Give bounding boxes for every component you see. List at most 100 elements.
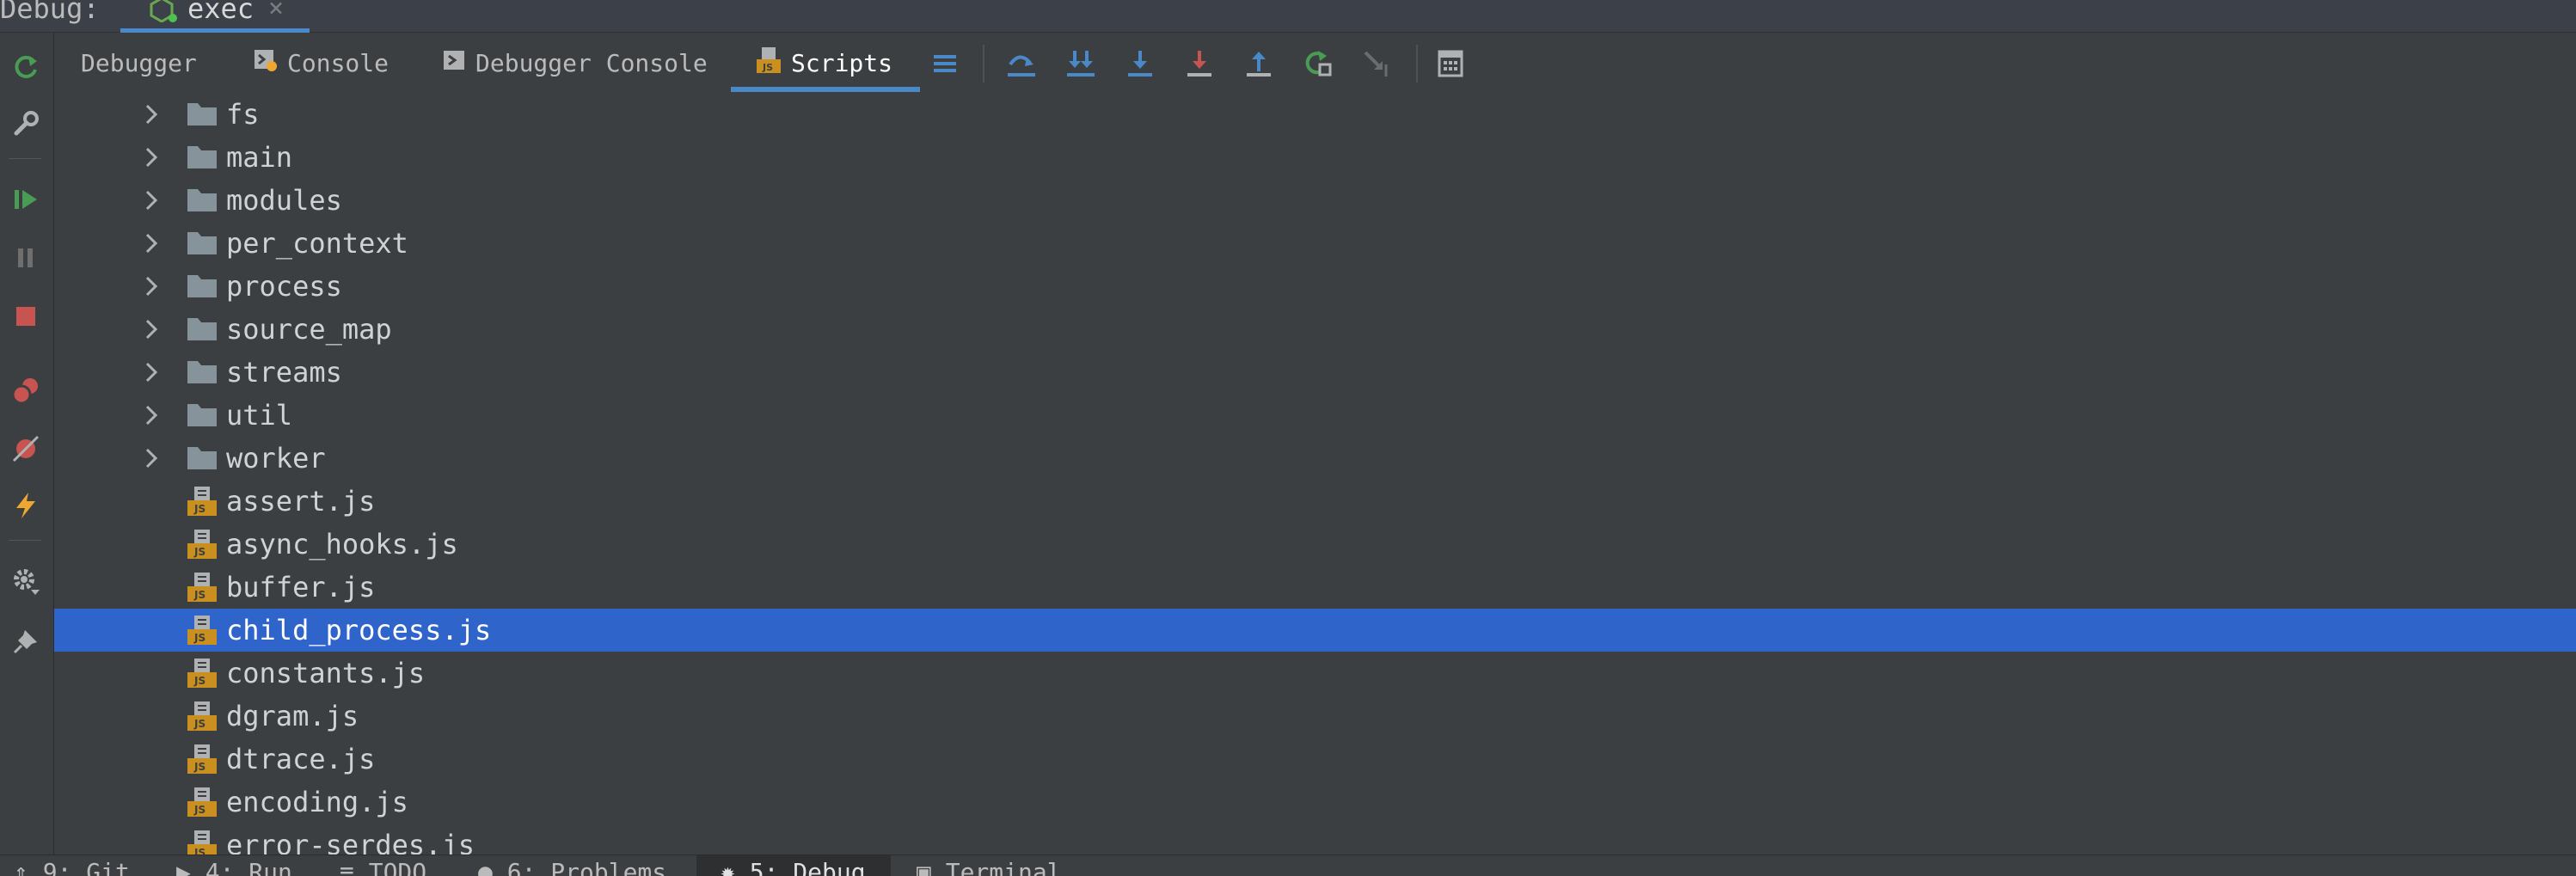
lightning-icon[interactable] [7, 487, 45, 524]
js-file-icon: JS [186, 571, 218, 607]
chevron-right-icon[interactable] [140, 102, 163, 130]
tree-file-row[interactable]: JS dtrace.js [54, 738, 2576, 781]
tool-git-label: 9: Git [42, 858, 130, 876]
js-file-icon: JS [186, 485, 218, 521]
tool-problems[interactable]: ● 6: Problems [478, 855, 666, 876]
svg-text:JS: JS [193, 589, 205, 601]
chevron-right-icon[interactable] [140, 274, 163, 302]
svg-text:JS: JS [193, 675, 205, 687]
folder-icon [186, 400, 218, 432]
tree-folder-row[interactable]: process [54, 265, 2576, 308]
evaluate-expression-icon[interactable] [1432, 45, 1469, 83]
tree-file-row[interactable]: JS buffer.js [54, 566, 2576, 609]
folder-icon [186, 314, 218, 346]
tool-git[interactable]: ⇕ 9: Git [14, 855, 130, 876]
mute-breakpoints-icon[interactable] [7, 430, 45, 468]
folder-icon [186, 228, 218, 260]
chevron-right-icon[interactable] [140, 145, 163, 173]
resume-icon[interactable] [7, 181, 45, 218]
toolbar-separator [9, 158, 41, 159]
settings-wrench-icon[interactable] [7, 105, 45, 143]
tool-terminal[interactable]: ▣ Terminal [917, 855, 1062, 876]
tree-file-row-selected[interactable]: JS child_process.js [54, 609, 2576, 652]
run-to-cursor-icon[interactable] [1359, 45, 1396, 83]
tree-folder-row[interactable]: fs [54, 93, 2576, 136]
tab-debugger-console[interactable]: Debugger Console [441, 33, 708, 93]
folder-icon [186, 185, 218, 217]
nodejs-run-config-icon [150, 0, 179, 26]
chevron-right-icon[interactable] [140, 188, 163, 216]
chevron-right-icon[interactable] [140, 360, 163, 388]
force-step-into-icon[interactable] [1181, 45, 1218, 83]
tree-folder-row[interactable]: modules [54, 179, 2576, 222]
svg-text:JS: JS [193, 804, 205, 816]
svg-text:JS: JS [193, 718, 205, 730]
scripts-tree[interactable]: fs main modules per_contextprocess source_ma… [54, 93, 2576, 855]
close-icon[interactable]: × [268, 0, 284, 26]
tree-file-row[interactable]: JS dgram.js [54, 695, 2576, 738]
tree-item-label: constants.js [226, 657, 426, 689]
chevron-right-icon[interactable] [140, 317, 163, 345]
tool-todo[interactable]: ≡ TODO [340, 855, 426, 876]
tree-folder-row[interactable]: source_map [54, 308, 2576, 351]
run-icon: ▶ [176, 858, 205, 876]
restart-frame-icon[interactable] [1299, 45, 1337, 83]
tab-debugger-console-label: Debugger Console [475, 48, 708, 77]
step-into-my-code-icon[interactable] [1121, 45, 1159, 83]
tree-file-row[interactable]: JS async_hooks.js [54, 523, 2576, 566]
terminal-icon: ▣ [917, 858, 946, 876]
tab-scripts[interactable]: JS Scripts [755, 33, 892, 93]
js-file-icon: JS [186, 528, 218, 564]
tree-item-label: main [226, 141, 293, 174]
toolbar-separator [983, 45, 984, 83]
step-over-icon[interactable] [1003, 45, 1040, 83]
pause-icon[interactable] [7, 239, 45, 277]
svg-text:JS: JS [193, 546, 205, 558]
folder-icon [186, 271, 218, 303]
debugger-tab-bar: Debugger Console Debugger Console JS Scr… [54, 33, 2576, 94]
gear-icon[interactable] [7, 562, 45, 600]
list-icon: ≡ [340, 858, 369, 876]
tab-console[interactable]: Console [253, 33, 389, 93]
js-file-icon: JS [186, 743, 218, 779]
step-into-icon[interactable] [1062, 45, 1100, 83]
tree-file-row[interactable]: JS error-serdes.js [54, 824, 2576, 855]
chevron-right-icon[interactable] [140, 231, 163, 259]
tree-item-label: assert.js [226, 485, 376, 518]
svg-text:JS: JS [762, 62, 773, 73]
tree-folder-row[interactable]: streams [54, 351, 2576, 394]
view-breakpoints-icon[interactable] [7, 371, 45, 409]
tab-debugger[interactable]: Debugger [81, 33, 197, 93]
tree-file-row[interactable]: JS constants.js [54, 652, 2576, 695]
tool-run[interactable]: ▶ 4: Run [176, 855, 292, 876]
stop-icon[interactable] [7, 297, 45, 335]
svg-text:JS: JS [193, 632, 205, 644]
show-execution-point-icon[interactable] [926, 45, 964, 83]
js-file-icon: JS [755, 46, 782, 81]
pin-icon[interactable] [7, 622, 45, 660]
chevron-right-icon[interactable] [140, 446, 163, 474]
tree-item-label: fs [226, 98, 260, 131]
tree-file-row[interactable]: JS encoding.js [54, 781, 2576, 824]
session-tab-exec[interactable]: exec × [120, 0, 310, 32]
tree-folder-row[interactable]: per_context [54, 222, 2576, 265]
debug-side-toolbar [0, 33, 54, 855]
tree-item-label: source_map [226, 313, 392, 346]
tree-item-label: encoding.js [226, 786, 408, 818]
tree-file-row[interactable]: JS assert.js [54, 480, 2576, 523]
folder-icon [186, 142, 218, 175]
tree-folder-row[interactable]: util [54, 394, 2576, 437]
active-tab-indicator [731, 87, 920, 92]
rerun-icon[interactable] [7, 48, 45, 86]
tree-item-label: process [226, 270, 342, 303]
tool-debug[interactable]: ✹ 5: Debug [696, 855, 891, 876]
toolbar-separator [9, 540, 41, 541]
step-out-icon[interactable] [1240, 45, 1278, 83]
problems-icon: ● [478, 858, 507, 876]
tree-item-label: buffer.js [226, 571, 376, 603]
tree-folder-row[interactable]: worker [54, 437, 2576, 480]
chevron-right-icon[interactable] [140, 403, 163, 431]
tree-folder-row[interactable]: main [54, 136, 2576, 179]
tool-terminal-label: Terminal [945, 858, 1062, 876]
git-icon: ⇕ [14, 858, 43, 876]
